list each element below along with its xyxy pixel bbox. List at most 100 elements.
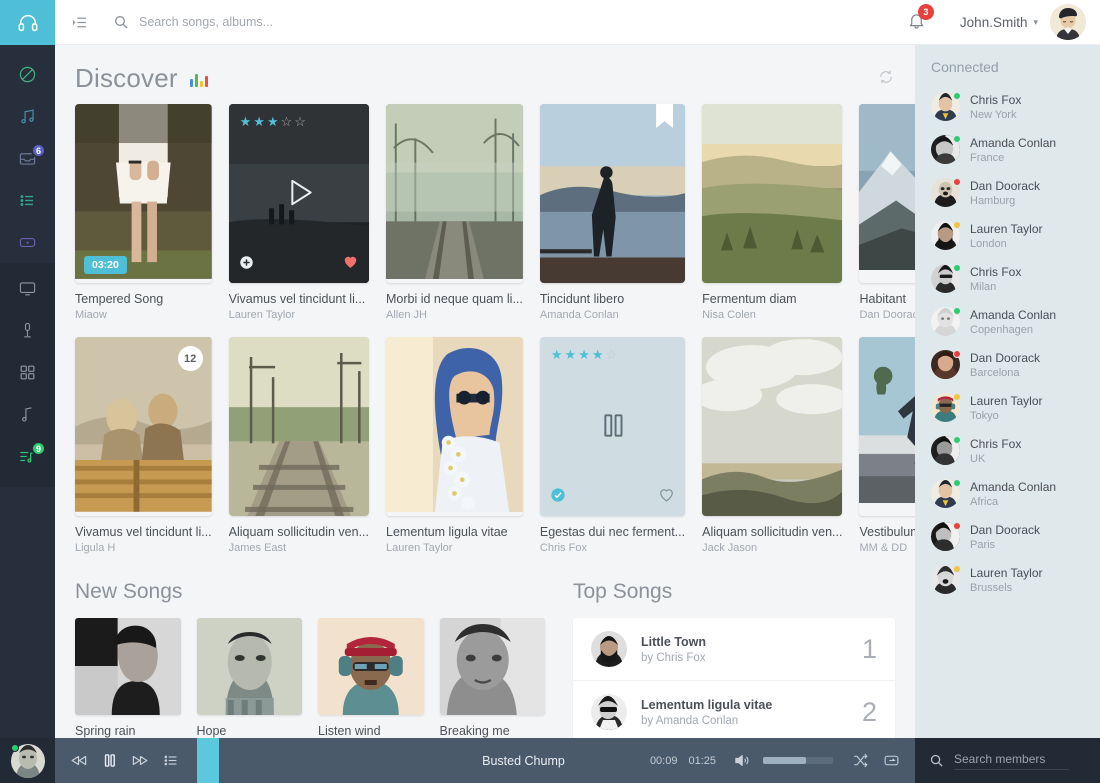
new-song-item[interactable]: Listen wind	[318, 618, 424, 738]
avatar[interactable]	[1050, 4, 1086, 40]
card-thumbnail[interactable]	[702, 337, 842, 516]
new-song-thumbnail[interactable]	[197, 618, 303, 715]
list-item[interactable]: Lauren Taylor Tokyo	[915, 386, 1100, 429]
card-thumbnail[interactable]	[702, 104, 842, 283]
card-artist: Dan Doorack	[859, 309, 915, 321]
downloaded-status[interactable]	[550, 487, 566, 506]
list-item[interactable]: Lauren Taylor Brussels	[915, 558, 1100, 601]
playlist-button[interactable]	[156, 738, 187, 783]
new-song-item[interactable]: Spring rain	[75, 618, 181, 738]
list-item[interactable]: Little Town by Chris Fox 1	[573, 618, 895, 681]
list-item[interactable]: Dan Doorack Barcelona	[915, 343, 1100, 386]
pause-button[interactable]	[94, 738, 125, 783]
card-thumbnail[interactable]: ★ ★ ★ ☆ ☆	[229, 104, 369, 283]
favorite-button[interactable]	[342, 253, 359, 273]
menu-toggle-button[interactable]	[55, 14, 103, 31]
avatar-bearded-man	[591, 631, 627, 667]
card-artist: MM & DD	[859, 542, 915, 554]
card-tincidunt-libero[interactable]: Tincidunt libero Amanda Conlan	[540, 104, 685, 321]
search-button[interactable]	[103, 14, 139, 30]
rail-item-playlist[interactable]: 9	[0, 435, 55, 477]
card-tempered-song[interactable]: 03:20 Tempered Song Miaow	[75, 104, 212, 321]
card-thumbnail[interactable]	[540, 104, 685, 283]
rail-item-note[interactable]	[0, 393, 55, 435]
pause-button[interactable]	[596, 408, 630, 445]
rating-stars[interactable]: ★ ★ ★ ☆ ☆	[240, 114, 306, 130]
previous-button[interactable]	[63, 738, 94, 783]
card-egestas-dui-nec[interactable]: ★ ★ ★ ★ ☆	[540, 337, 685, 554]
list-item[interactable]: Amanda Conlan France	[915, 128, 1100, 171]
play-button[interactable]	[279, 172, 319, 215]
status-dot-away	[953, 221, 961, 229]
card-thumbnail[interactable]: 03:20	[75, 104, 212, 283]
card-thumbnail[interactable]	[386, 337, 523, 516]
card-thumbnail[interactable]: 6	[859, 104, 915, 283]
card-lementum-ligula-vitae[interactable]: Lementum ligula vitae Lauren Taylor	[386, 337, 523, 554]
shuffle-button[interactable]	[845, 738, 876, 783]
card-aliquam-railway[interactable]: Aliquam sollicitudin ven... James East	[229, 337, 369, 554]
new-song-item[interactable]: Breaking me	[440, 618, 546, 738]
card-vivamus-ligula[interactable]: 12 Vivamus vel tincidunt li... Ligula H	[75, 337, 212, 554]
card-thumbnail[interactable]	[859, 337, 915, 516]
member-search-input[interactable]	[954, 752, 1069, 770]
notification-count-badge: 3	[918, 4, 934, 20]
repeat-button[interactable]	[876, 738, 907, 783]
list-item[interactable]: Lementum ligula vitae by Amanda Conlan 2	[573, 681, 895, 738]
list-item[interactable]: Lauren Taylor London	[915, 214, 1100, 257]
rail-item-monitor[interactable]	[0, 267, 55, 309]
user-name-label[interactable]: John.Smith	[960, 15, 1028, 30]
chevron-down-icon[interactable]: ▾	[1033, 17, 1038, 28]
list-item-text: Amanda Conlan France	[970, 136, 1056, 164]
card-thumbnail[interactable]	[386, 104, 523, 283]
search-icon	[113, 14, 129, 30]
rail-item-music[interactable]	[0, 95, 55, 137]
add-to-playlist-button[interactable]	[239, 255, 254, 273]
next-button[interactable]	[125, 738, 156, 783]
list-item[interactable]: Chris Fox Milan	[915, 257, 1100, 300]
list-item[interactable]: Dan Doorack Paris	[915, 515, 1100, 558]
progress-bar[interactable]	[197, 738, 397, 783]
rail-group-secondary: 9	[0, 263, 55, 487]
card-vivamus-vel-tincidunt[interactable]: ★ ★ ★ ☆ ☆	[229, 104, 369, 321]
volume-slider[interactable]	[763, 757, 833, 764]
rail-item-list[interactable]	[0, 179, 55, 221]
card-thumbnail[interactable]: ★ ★ ★ ★ ☆	[540, 337, 685, 516]
now-playing-avatar-box[interactable]	[0, 738, 55, 783]
list-item-text: Lauren Taylor Brussels	[970, 566, 1043, 594]
card-thumbnail[interactable]: 12	[75, 337, 212, 516]
list-item[interactable]: Chris Fox UK	[915, 429, 1100, 472]
card-habitant[interactable]: 6 Habitant Dan Doorack	[859, 104, 915, 321]
rail-item-blocked[interactable]	[0, 53, 55, 95]
card-fermentum-diam[interactable]: Fermentum diam Nisa Colen	[702, 104, 842, 321]
new-song-thumbnail[interactable]	[75, 618, 181, 715]
list-item[interactable]: Dan Doorack Hamburg	[915, 171, 1100, 214]
card-morbi-id-neque[interactable]: Morbi id neque quam li... Allen JH	[386, 104, 523, 321]
fast-forward-icon	[131, 751, 150, 770]
list-item[interactable]: Chris Fox New York	[915, 85, 1100, 128]
new-song-thumbnail[interactable]	[318, 618, 424, 715]
card-aliquam-clouds[interactable]: Aliquam sollicitudin ven... Jack Jason	[702, 337, 842, 554]
rail-item-inbox[interactable]: 6	[0, 137, 55, 179]
search-input[interactable]	[139, 15, 459, 29]
avatar	[591, 694, 627, 730]
rail-item-microphone[interactable]	[0, 309, 55, 351]
album-art-mountain	[859, 104, 915, 270]
favorite-button[interactable]	[658, 486, 675, 506]
rail-item-video[interactable]	[0, 221, 55, 263]
refresh-button[interactable]	[877, 68, 895, 89]
list-item[interactable]: Amanda Conlan Copenhagen	[915, 300, 1100, 343]
list-item[interactable]: Amanda Conlan Africa	[915, 472, 1100, 515]
rail-item-apps[interactable]	[0, 351, 55, 393]
new-song-item[interactable]: Hope	[197, 618, 303, 738]
volume-button[interactable]	[726, 738, 757, 783]
avatar-wrapper	[931, 479, 960, 508]
card-vestibulum-ullamcorper[interactable]: Vestibulum ullamcorper MM & DD	[859, 337, 915, 554]
notifications-button[interactable]: 3	[907, 11, 926, 33]
album-art-foggy-rails	[386, 104, 523, 279]
rating-stars[interactable]: ★ ★ ★ ★ ☆	[551, 347, 617, 363]
new-song-thumbnail[interactable]	[440, 618, 546, 715]
member-name: Lauren Taylor	[970, 222, 1043, 236]
app-logo[interactable]	[0, 0, 55, 45]
song-name: Little Town	[641, 635, 706, 649]
card-thumbnail[interactable]	[229, 337, 369, 516]
